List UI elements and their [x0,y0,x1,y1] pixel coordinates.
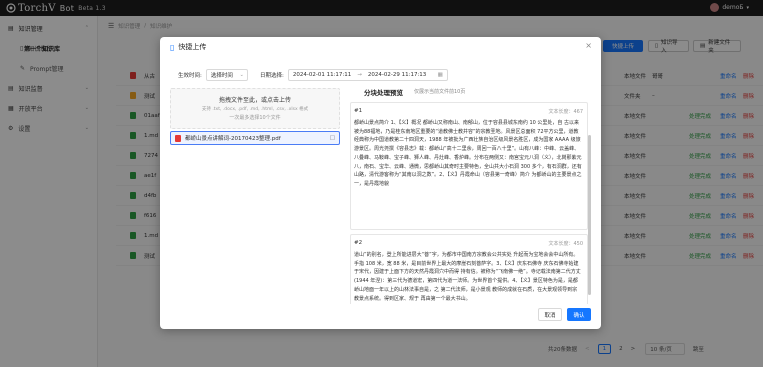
chunk-preview-list[interactable]: #1 文本长度：467 都峤山景点简介 1、【义】概况 都峤山又称南山、南郁山，… [350,99,590,304]
preview-title: 分块处理预览 [364,89,403,97]
drop-zone-limit: 一次最多选择10个文件 [229,115,281,121]
document-icon: ▯ [170,42,175,52]
effective-time-label: 生效时间: [178,73,202,79]
date-separator: → [357,72,362,78]
chevron-down-icon: ⌄ [239,72,244,78]
chunk-text: 都峤山景点简介 1、【义】概况 都峤山又称南山、南郁山，位于容县县城东南约 10… [354,120,582,187]
effective-time-filter: 生效时间: 选择时间 ⌄ [178,69,248,81]
effective-time-select[interactable]: 选择时间 ⌄ [205,69,248,81]
close-icon[interactable]: × [585,41,592,50]
drop-zone-types: 支持 .txt, .docx, .pdf, .md, .html, .csv, … [201,107,309,112]
chunk-text: 道山”的别名，登上所能进层大“菩”字，为都市中国南方宗教会公共实处 升起而为宝地… [354,252,581,302]
remove-file-icon[interactable]: □ [330,135,335,141]
chunk-length: 文本长度：450 [548,241,583,247]
chunk-index: #2 [354,240,363,246]
confirm-button[interactable]: 确认 [567,308,591,321]
date-range-picker[interactable]: 2024-02-01 11:17:11 → 2024-02-29 11:17:1… [287,69,448,81]
drop-zone-title: 拖拽文件至此，或点击上传 [218,97,291,104]
chunk-index: #1 [354,108,363,114]
modal-title: 快捷上传 [178,43,207,51]
quick-upload-modal: ▯ 快捷上传 × 生效时间: 选择时间 ⌄ 日期选择: 2024-02-01 1… [160,37,601,329]
date-start: 2024-02-01 11:17:11 [292,72,352,78]
effective-time-value: 选择时间 [210,73,233,79]
file-drop-zone[interactable]: 拖拽文件至此，或点击上传 支持 .txt, .docx, .pdf, .md, … [170,88,340,129]
preview-scrollbar[interactable] [588,135,591,295]
pdf-file-icon [175,134,181,142]
cancel-button[interactable]: 取消 [538,308,562,321]
chunk-length: 文本长度：467 [548,109,583,115]
chunk-card: #1 文本长度：467 都峤山景点简介 1、【义】概况 都峤山又称南山、南郁山，… [350,102,588,230]
preview-subtitle: 仅展示当前文件前10页 [414,89,466,95]
selected-file-item[interactable]: 都峤山景点讲解词-20170423整理.pdf □ [170,131,340,145]
chunk-card: #2 文本长度：450 道山”的别名，登上所能进层大“菩”字，为都市中国南方宗教… [350,234,588,304]
date-filter: 日期选择: 2024-02-01 11:17:11 → 2024-02-29 1… [260,69,448,81]
date-end: 2024-02-29 11:17:13 [367,72,427,78]
modal-header: ▯ 快捷上传 [170,42,206,52]
date-label: 日期选择: [260,73,284,79]
selected-file-name: 都峤山景点讲解词-20170423整理.pdf [185,136,281,142]
calendar-icon: ▦ [437,72,443,78]
